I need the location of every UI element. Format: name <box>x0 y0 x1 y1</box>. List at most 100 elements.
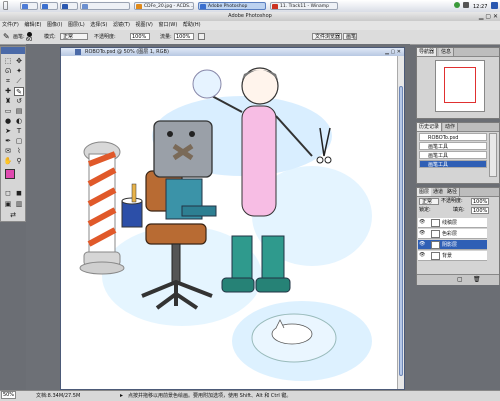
quick-mask-on-icon[interactable]: ◼ <box>14 189 24 198</box>
menu-image[interactable]: 图像(I) <box>45 21 64 30</box>
quick-mask-off-icon[interactable]: ◻ <box>3 189 13 198</box>
volume-icon[interactable] <box>463 2 470 8</box>
type-icon[interactable]: T <box>14 127 24 136</box>
task-photoshop[interactable]: Adobe Photoshop <box>198 2 266 10</box>
layer-opacity-input[interactable]: 100% <box>471 198 489 205</box>
pen-icon[interactable]: ✒ <box>3 137 13 146</box>
lasso-icon[interactable]: ᘏ <box>3 67 13 76</box>
menu-edit[interactable]: 编辑(E) <box>22 21 43 30</box>
status-bar: 文档:8.34M/27.5M ▸ 点按并拖移以用前景色绘画。要用附加选项，使用 … <box>0 390 500 401</box>
path-select-icon[interactable]: ➤ <box>3 127 13 136</box>
tab-info[interactable]: 信息 <box>439 48 455 56</box>
layer-row-selected[interactable]: 👁 阴影层 <box>418 240 487 250</box>
layer-row[interactable]: 👁 线稿层 <box>418 218 487 228</box>
layer-fill-input[interactable]: 100% <box>471 207 489 214</box>
apple-icon[interactable]:  <box>3 1 12 11</box>
dodge-icon[interactable]: ◐ <box>14 117 24 126</box>
brush-tool-icon[interactable]: ✎ <box>3 33 10 41</box>
task-button-1[interactable] <box>20 2 38 10</box>
eraser-icon[interactable]: ▭ <box>3 107 13 116</box>
task-winamp[interactable]: 11. Track11 - Winamp <box>270 2 338 10</box>
layers-panel: 图层 通道 路径 正常 不透明度: 100% 锁定: 填充: 100% 👁 线稿层… <box>416 187 500 285</box>
mode-dropdown[interactable]: 正常 <box>60 33 88 40</box>
trash-icon[interactable]: 🗑 <box>473 276 481 283</box>
magic-wand-icon[interactable]: ✦ <box>14 67 24 76</box>
stamp-icon[interactable]: ♜ <box>3 97 13 106</box>
jump-to-imageready-icon[interactable]: ⇄ <box>8 211 18 220</box>
healing-icon[interactable]: ✚ <box>3 87 13 96</box>
tab-history[interactable]: 历史记录 <box>417 123 443 131</box>
menu-window[interactable]: 窗口(W) <box>156 21 179 30</box>
zoom-level[interactable]: 50% <box>1 391 16 399</box>
vertical-scrollbar[interactable] <box>397 56 404 389</box>
history-brush-icon[interactable]: ↺ <box>14 97 24 106</box>
desktop-icon[interactable] <box>491 2 498 9</box>
paint-jar <box>121 183 143 228</box>
window-controls[interactable]: ▁ ▢ ✕ <box>479 13 498 20</box>
eye-icon[interactable]: 👁 <box>419 220 425 225</box>
screen-mode-icon[interactable]: ▣ <box>3 200 13 209</box>
eye-icon[interactable]: 👁 <box>419 253 425 258</box>
gradient-icon[interactable]: ▤ <box>14 107 24 116</box>
flow-input[interactable]: 100% <box>174 33 194 40</box>
brush-tool-button[interactable]: ✎ <box>14 87 24 96</box>
hand-icon[interactable]: ✋ <box>3 157 13 166</box>
marquee-icon[interactable]: ⬚ <box>3 57 13 66</box>
navigator-tabs: 导航器 信息 <box>417 48 499 57</box>
history-item-snapshot[interactable]: ROBOTo.psd <box>419 133 487 141</box>
zoom-icon[interactable]: ⚲ <box>14 157 24 166</box>
history-item[interactable]: 画笔工具 <box>419 151 487 159</box>
task-button-4[interactable] <box>80 2 130 10</box>
layer-thumbnail <box>431 230 440 238</box>
shape-icon[interactable]: ▢ <box>14 137 24 146</box>
file-browser-tab[interactable]: 文件浏览器 <box>312 33 342 40</box>
move-icon[interactable]: ✥ <box>14 57 24 66</box>
menu-help[interactable]: 帮助(H) <box>181 21 203 30</box>
opacity-input[interactable]: 100% <box>130 33 150 40</box>
artwork <box>79 67 372 381</box>
full-screen-icon[interactable]: ▥ <box>14 200 24 209</box>
layer-row[interactable]: 👁 色彩层 <box>418 229 487 239</box>
history-panel: 历史记录 动作 ROBOTo.psd 画笔工具 画笔工具 画笔工具 <box>416 122 500 184</box>
tab-paths[interactable]: 路径 <box>445 188 461 196</box>
navigator-preview[interactable] <box>435 60 485 112</box>
tab-channels[interactable]: 通道 <box>431 188 447 196</box>
notes-icon[interactable]: ✉ <box>3 147 13 156</box>
scrollbar-thumb[interactable] <box>399 86 403 376</box>
tab-navigator[interactable]: 导航器 <box>417 48 438 56</box>
menu-select[interactable]: 选择(S) <box>88 21 109 30</box>
menu-filter[interactable]: 滤镜(T) <box>111 21 132 30</box>
canvas[interactable] <box>62 56 397 389</box>
history-item[interactable]: 画笔工具 <box>419 142 487 150</box>
menu-layer[interactable]: 图层(L) <box>66 21 87 30</box>
airbrush-icon[interactable] <box>198 33 205 40</box>
eye-icon[interactable]: 👁 <box>419 231 425 236</box>
layers-tabs: 图层 通道 路径 <box>417 188 499 197</box>
opacity-label: 不透明度: <box>94 34 116 40</box>
tab-actions[interactable]: 动作 <box>443 123 459 131</box>
new-layer-icon[interactable]: ▢ <box>457 276 463 283</box>
layer-opacity-label: 不透明度: <box>441 198 463 204</box>
foreground-color-swatch[interactable] <box>5 169 15 179</box>
menu-file[interactable]: 文件(F) <box>0 21 21 30</box>
history-scrollbar[interactable] <box>489 133 497 177</box>
eyedropper-icon[interactable]: ⌇ <box>14 147 24 156</box>
layer-row[interactable]: 👁 背景 <box>418 251 487 261</box>
task-acdsee[interactable]: CDFe_20.jpg - ACDS... <box>134 2 194 10</box>
blend-mode-dropdown[interactable]: 正常 <box>419 198 439 205</box>
eye-icon[interactable]: 👁 <box>419 242 425 247</box>
slice-icon[interactable]: ⟋ <box>14 77 24 86</box>
menu-view[interactable]: 视图(V) <box>134 21 155 30</box>
toolbox-header <box>1 47 25 54</box>
network-icon[interactable] <box>453 2 460 8</box>
document-window-controls[interactable]: ▁ ▢ ✕ <box>385 48 401 56</box>
task-button-3[interactable] <box>60 2 78 10</box>
history-item-current[interactable]: 画笔工具 <box>419 160 487 168</box>
tab-layers[interactable]: 图层 <box>417 188 433 196</box>
history-tabs: 历史记录 动作 <box>417 123 499 132</box>
task-button-2[interactable] <box>40 2 58 10</box>
brushes-tab[interactable]: 画笔 <box>343 33 357 40</box>
blur-icon[interactable]: ● <box>3 117 13 126</box>
crop-icon[interactable]: ⌗ <box>3 77 13 86</box>
navigator-view-box[interactable] <box>444 67 476 103</box>
